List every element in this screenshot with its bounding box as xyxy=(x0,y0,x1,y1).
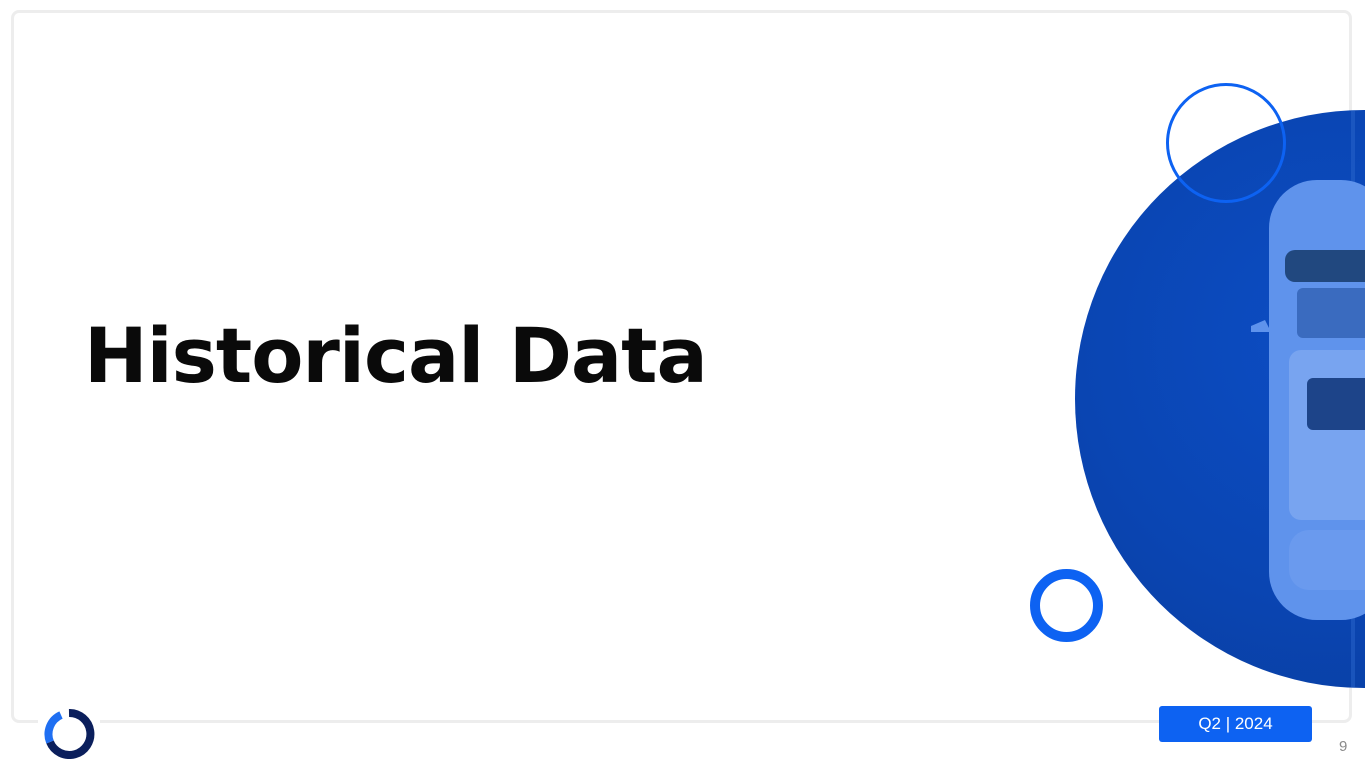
slide: Historical Data Q2 | 2024 9 xyxy=(0,0,1365,768)
slide-title: Historical Data xyxy=(84,311,708,400)
decorative-ring-small xyxy=(1030,569,1103,642)
quarter-badge: Q2 | 2024 xyxy=(1159,706,1312,742)
circular-logo-icon xyxy=(38,704,100,762)
decorative-ring-large xyxy=(1166,83,1286,203)
logo-mark xyxy=(44,709,95,759)
page-number: 9 xyxy=(1339,738,1348,755)
